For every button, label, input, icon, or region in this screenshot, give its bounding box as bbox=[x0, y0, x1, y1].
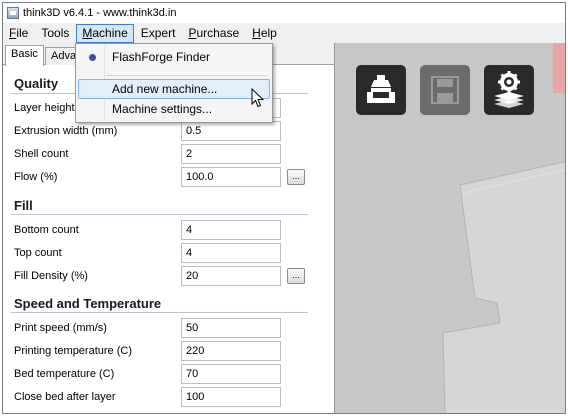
shell-count-input[interactable]: 2 bbox=[181, 144, 281, 164]
mouse-cursor-icon bbox=[251, 88, 265, 108]
menu-help-mnemonic: H bbox=[252, 26, 261, 40]
menu-file-label: ile bbox=[16, 26, 29, 40]
section-divider bbox=[11, 312, 308, 313]
bed-temperature-input[interactable]: 70 bbox=[181, 364, 281, 384]
slice-settings-icon bbox=[494, 71, 524, 108]
field-label-extrusion-width: Extrusion width (mm) bbox=[14, 125, 118, 137]
menu-help[interactable]: Help bbox=[246, 24, 283, 43]
field-label-printing-temperature: Printing temperature (C) bbox=[14, 345, 132, 357]
field-label-fill-density: Fill Density (%) bbox=[14, 270, 88, 282]
field-label-bed-temperature: Bed temperature (C) bbox=[14, 368, 115, 380]
menu-bar: File Tools Machine Expert Purchase Help bbox=[3, 24, 565, 43]
section-divider bbox=[11, 214, 308, 215]
top-count-input[interactable]: 4 bbox=[181, 243, 281, 263]
menu-tools-label: Tools bbox=[41, 26, 70, 40]
field-label-print-speed: Print speed (mm/s) bbox=[14, 322, 107, 334]
fill-density-input[interactable]: 20 bbox=[181, 266, 281, 286]
field-label-bottom-count: Bottom count bbox=[14, 224, 79, 236]
title-bar: think3D v6.4.1 - www.think3d.in bbox=[3, 3, 565, 23]
field-label-top-count: Top count bbox=[14, 247, 62, 259]
menu-machine-mnemonic: M bbox=[82, 26, 93, 40]
app-window: think3D v6.4.1 - www.think3d.in File Too… bbox=[2, 2, 566, 414]
print-speed-input[interactable]: 50 bbox=[181, 318, 281, 338]
menu-machine[interactable]: Machine bbox=[76, 24, 134, 43]
close-bed-after-layer-input[interactable]: 100 bbox=[181, 387, 281, 407]
fill-density-more-button[interactable]: ... bbox=[287, 268, 305, 284]
printing-temperature-input[interactable]: 220 bbox=[181, 341, 281, 361]
menu-separator bbox=[106, 75, 268, 76]
flow-more-button[interactable]: ... bbox=[287, 169, 305, 185]
menu-purchase-label: urchase bbox=[196, 26, 240, 40]
menu-expert-label: Expert bbox=[140, 26, 176, 40]
window-title: think3D v6.4.1 - www.think3d.in bbox=[23, 7, 177, 19]
load-model-icon bbox=[367, 75, 395, 103]
load-model-button[interactable] bbox=[356, 65, 406, 115]
app-icon bbox=[7, 7, 19, 19]
tab-basic[interactable]: Basic bbox=[5, 45, 44, 66]
section-title-fill: Fill bbox=[14, 198, 33, 213]
machine-menu-dropdown: FlashForge Finder Add new machine... Mac… bbox=[75, 43, 273, 123]
menu-purchase[interactable]: Purchase bbox=[182, 24, 245, 43]
radio-selected-icon bbox=[89, 54, 96, 61]
extrusion-width-input[interactable]: 0.5 bbox=[181, 121, 281, 141]
flow-input[interactable]: 100.0 bbox=[181, 167, 281, 187]
bottom-count-input[interactable]: 4 bbox=[181, 220, 281, 240]
field-label-layer-height: Layer height bbox=[14, 102, 75, 114]
menu-machine-label: achine bbox=[92, 26, 128, 40]
field-label-close-bed: Close bed after layer bbox=[14, 391, 116, 403]
save-button[interactable] bbox=[420, 65, 470, 115]
section-title-quality: Quality bbox=[14, 76, 59, 91]
menu-item-machine-settings[interactable]: Machine settings... bbox=[78, 99, 270, 119]
menu-item-flashforge-finder[interactable]: FlashForge Finder bbox=[78, 47, 270, 67]
save-icon bbox=[431, 76, 459, 104]
menu-item-label: FlashForge Finder bbox=[112, 50, 211, 64]
viewport-3d[interactable] bbox=[334, 43, 565, 413]
menu-item-label: Add new machine... bbox=[112, 82, 218, 96]
field-label-shell-count: Shell count bbox=[14, 148, 69, 160]
menu-tools[interactable]: Tools bbox=[35, 24, 75, 43]
menu-item-add-new-machine[interactable]: Add new machine... bbox=[78, 79, 270, 99]
field-label-flow: Flow (%) bbox=[14, 171, 58, 183]
menu-help-label: elp bbox=[260, 26, 277, 40]
section-title-speed: Speed and Temperature bbox=[14, 296, 162, 311]
menu-item-label: Machine settings... bbox=[112, 102, 213, 116]
slice-settings-button[interactable] bbox=[484, 65, 534, 115]
menu-expert[interactable]: Expert bbox=[135, 24, 182, 43]
menu-file[interactable]: File bbox=[3, 24, 34, 43]
